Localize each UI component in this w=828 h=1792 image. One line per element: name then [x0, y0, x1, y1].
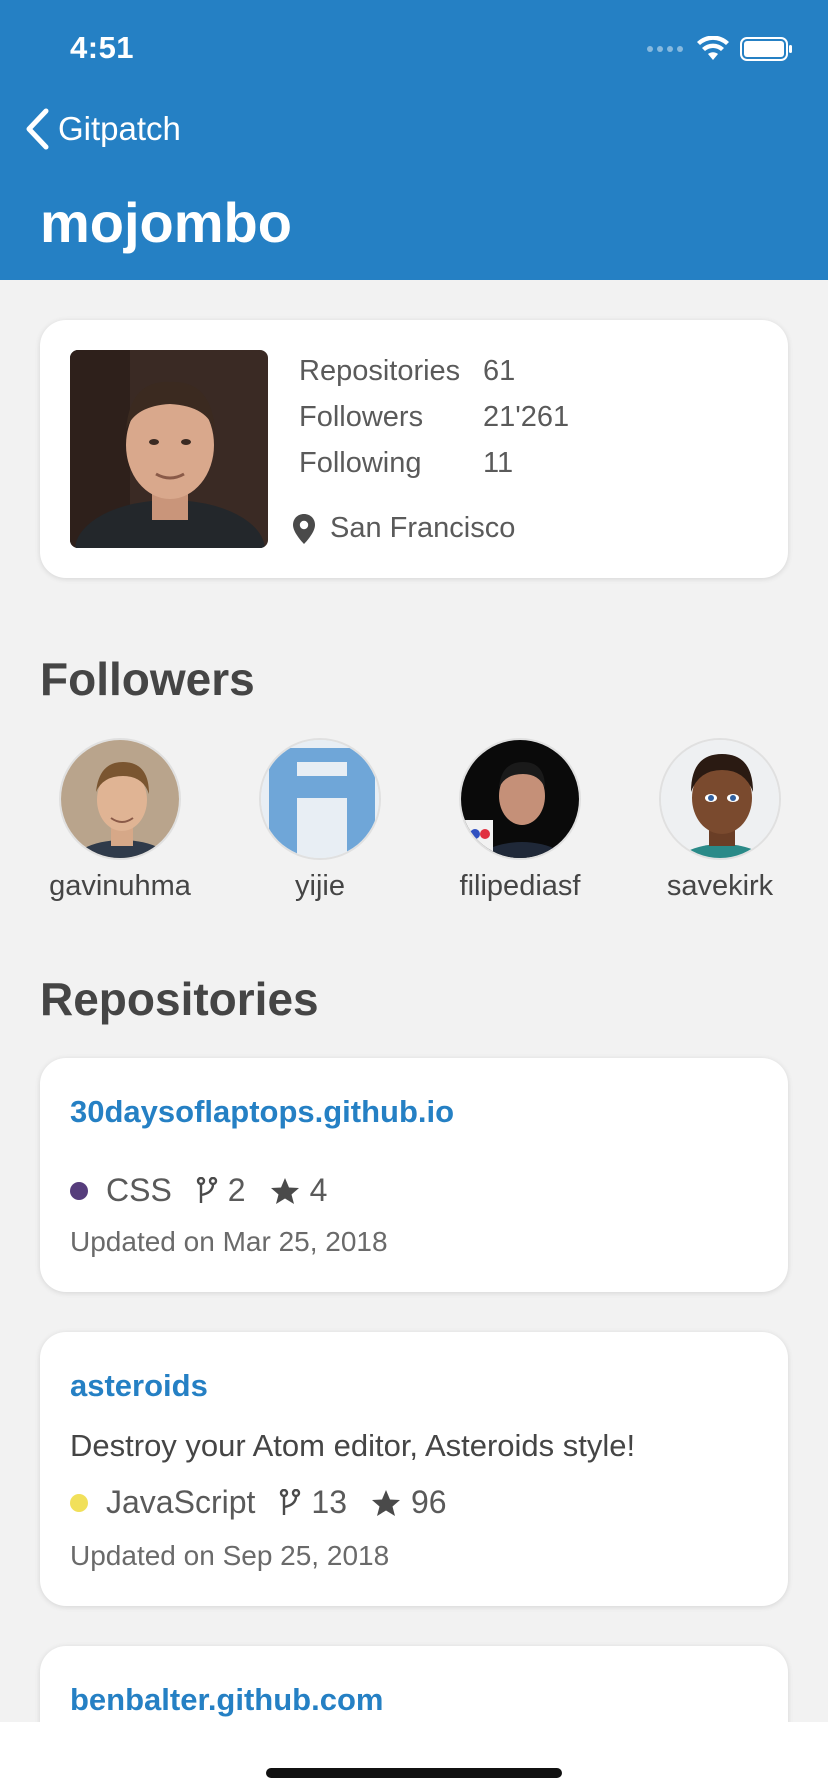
stat-label: Followers — [299, 400, 424, 433]
follower-item[interactable]: yijie — [220, 738, 420, 903]
avatar — [459, 738, 581, 860]
stat-repositories[interactable]: Repositories 61 — [299, 348, 569, 394]
follower-item[interactable]: gavinuhma — [20, 738, 220, 903]
followers-section-title: Followers — [40, 653, 255, 705]
follower-item[interactable]: filipediasf — [420, 738, 620, 903]
chevron-left-icon — [26, 108, 49, 150]
repo-name-link[interactable]: 30daysoflaptops.github.io — [70, 1094, 454, 1130]
follower-name: savekirk — [666, 870, 774, 902]
star-icon — [371, 1489, 401, 1517]
follower-name: yijie — [295, 870, 345, 902]
avatar — [59, 738, 181, 860]
repo-language: CSS — [106, 1172, 172, 1208]
language-color-dot — [70, 1181, 88, 1200]
stat-following[interactable]: Following 11 — [299, 440, 569, 486]
navigation-header: 4:51 Gitpatch mojombo — [0, 0, 828, 280]
fork-icon — [196, 1176, 218, 1205]
location-pin-icon — [293, 513, 315, 544]
stat-label: Following — [299, 446, 422, 479]
repo-updated: Updated on Sep 25, 2018 — [70, 1540, 390, 1571]
repo-card[interactable]: asteroids Destroy your Atom editor, Aste… — [40, 1332, 788, 1606]
status-icons — [646, 36, 794, 62]
repo-name-link[interactable]: asteroids — [70, 1368, 208, 1404]
repo-meta: JavaScript 13 96 — [70, 1484, 447, 1521]
cellular-signal-icon — [647, 46, 683, 52]
stat-value: 11 — [483, 446, 514, 479]
stat-value: 21'261 — [483, 400, 570, 433]
profile-stats: Repositories 61 Followers 21'261 Followi… — [299, 348, 569, 486]
repo-forks: 13 — [311, 1484, 347, 1520]
page-title: mojombo — [40, 191, 292, 254]
repo-name-link[interactable]: benbalter.github.com — [70, 1682, 383, 1718]
profile-card: Repositories 61 Followers 21'261 Followi… — [40, 320, 788, 578]
repo-stars: 96 — [410, 1484, 447, 1520]
follower-name: gavinuhma — [49, 870, 191, 902]
avatar — [259, 738, 381, 860]
follower-name: filipediasf — [459, 870, 581, 902]
follower-item[interactable]: savekirk — [620, 738, 820, 903]
repo-language: JavaScript — [106, 1484, 256, 1520]
repo-meta: CSS 2 4 — [70, 1172, 327, 1209]
back-button[interactable]: Gitpatch — [24, 108, 181, 150]
status-time: 4:51 — [70, 30, 135, 65]
fork-icon — [279, 1488, 301, 1517]
repo-forks: 2 — [227, 1172, 246, 1208]
stat-value: 61 — [483, 354, 516, 387]
location-text: San Francisco — [330, 512, 516, 544]
avatar — [70, 350, 268, 548]
back-label: Gitpatch — [58, 110, 181, 147]
location: San Francisco — [292, 512, 515, 545]
repo-card[interactable]: 30daysoflaptops.github.io CSS 2 4 Update… — [40, 1058, 788, 1292]
repo-description: Destroy your Atom editor, Asteroids styl… — [70, 1428, 636, 1463]
repo-updated: Updated on Mar 25, 2018 — [70, 1226, 388, 1257]
language-color-dot — [70, 1493, 88, 1512]
repositories-section-title: Repositories — [40, 973, 319, 1025]
wifi-icon — [697, 36, 729, 60]
home-bar-area — [0, 1722, 828, 1792]
battery-icon — [740, 37, 792, 61]
stat-label: Repositories — [299, 354, 461, 387]
home-indicator[interactable] — [266, 1768, 562, 1778]
stat-followers[interactable]: Followers 21'261 — [299, 394, 569, 440]
star-icon — [270, 1177, 300, 1205]
repo-stars: 4 — [309, 1172, 328, 1208]
avatar — [659, 738, 781, 860]
